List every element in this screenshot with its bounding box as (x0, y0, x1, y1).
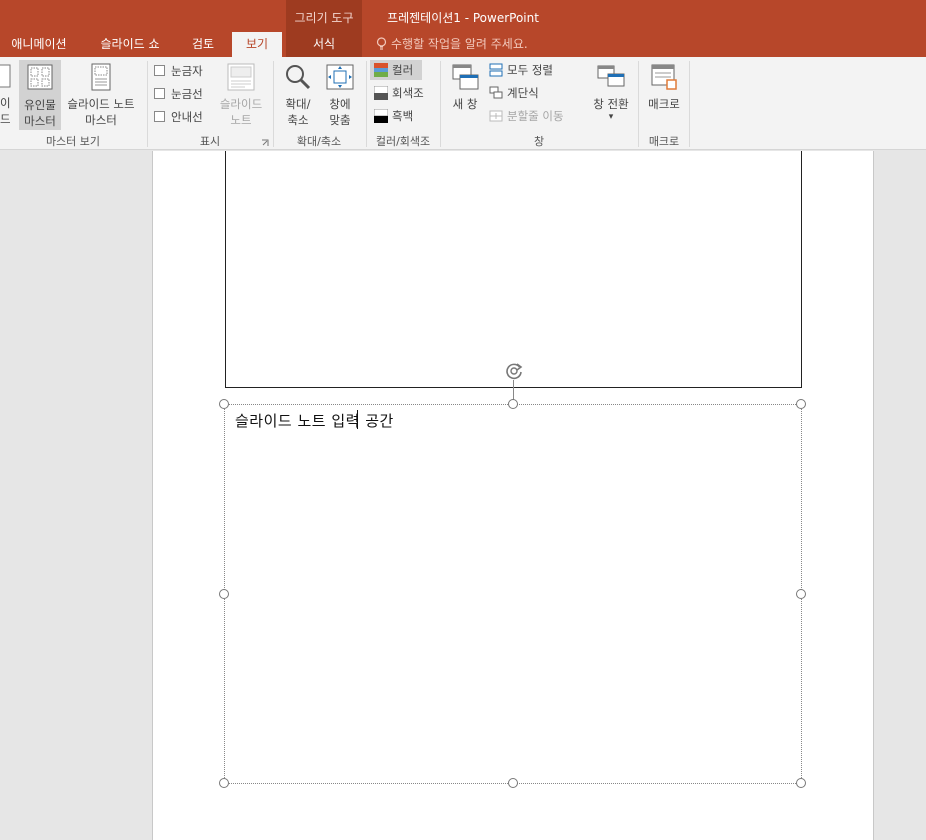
switch-windows-button[interactable]: 창 전환 ▾ (586, 62, 636, 130)
macros-icon (651, 64, 677, 90)
grayscale-button[interactable]: 회색조 (373, 83, 424, 103)
magnifier-icon (286, 65, 311, 90)
move-split-label: 분할줄 이동 (507, 109, 564, 123)
black-white-icon (373, 108, 389, 123)
ruler-label: 눈금자 (171, 64, 203, 78)
slide-master-label-2: 터 (0, 127, 17, 129)
arrange-all-label: 모두 정렬 (507, 63, 553, 77)
lightbulb-icon (376, 37, 387, 50)
switch-windows-label: 창 전환 (593, 97, 629, 111)
slide-master-icon (0, 64, 11, 88)
notes-text[interactable]: 슬라이드 노트 입력 공간 (235, 410, 394, 431)
tab-view[interactable]: 보기 (232, 32, 282, 57)
notes-text-box[interactable] (224, 404, 802, 784)
checkbox-box (154, 88, 165, 99)
black-white-label: 흑백 (392, 109, 414, 123)
guides-checkbox[interactable]: 안내선 (154, 109, 203, 127)
fit-to-window-button[interactable]: 창에 맞춤 (320, 62, 360, 130)
resize-handle-left[interactable] (219, 589, 229, 599)
notes-label-2: 노트 (230, 113, 252, 127)
gridlines-checkbox[interactable]: 눈금선 (154, 86, 203, 104)
cascade-icon (489, 86, 503, 99)
fit-label-1: 창에 (329, 97, 351, 111)
dialog-launcher-icon[interactable] (261, 139, 269, 147)
zoom-button[interactable]: 확대/ 축소 (278, 62, 318, 130)
tab-slide-show[interactable]: 슬라이드 쇼 (88, 32, 172, 57)
notes-master-icon (91, 63, 111, 91)
notes-icon (227, 63, 255, 91)
group-label-master-views: 마스터 보기 (45, 135, 101, 148)
cascade-label: 계단식 (507, 86, 539, 100)
arrange-all-button[interactable]: 모두 정렬 (489, 60, 553, 80)
switch-windows-icon (597, 65, 625, 87)
title-bar: 그리기 도구 프레젠테이션1 - PowerPoint (0, 0, 926, 32)
resize-handle-top[interactable] (508, 399, 518, 409)
resize-handle-bottom[interactable] (508, 778, 518, 788)
tab-format[interactable]: 서식 (286, 32, 362, 57)
group-label-zoom: 확대/축소 (296, 135, 342, 148)
handout-master-label-1: 유인물 (24, 98, 56, 112)
guides-label: 안내선 (171, 110, 203, 124)
move-split-icon (489, 110, 503, 122)
group-label-window: 창 (533, 135, 545, 148)
resize-handle-bottom-left[interactable] (219, 778, 229, 788)
slide-master-button[interactable]: 이드 터 (0, 61, 17, 129)
arrange-all-icon (489, 63, 503, 77)
notes-master-label-2: 마스터 (85, 113, 117, 127)
handout-master-button[interactable]: 유인물 마스터 (19, 60, 61, 130)
fit-label-2: 맞춤 (329, 113, 351, 127)
notes-button[interactable]: 슬라이드 노트 (214, 62, 268, 130)
notes-master-button[interactable]: 슬라이드 노트 마스터 (62, 62, 140, 130)
color-icon (374, 63, 388, 77)
resize-handle-bottom-right[interactable] (796, 778, 806, 788)
zoom-label-1: 확대/ (285, 97, 311, 111)
dropdown-arrow-icon: ▾ (608, 112, 614, 122)
notes-label-1: 슬라이드 (219, 97, 263, 111)
cascade-button[interactable]: 계단식 (489, 83, 539, 103)
new-window-icon (452, 64, 479, 90)
group-separator (689, 61, 690, 147)
resize-handle-top-left[interactable] (219, 399, 229, 409)
zoom-label-2: 축소 (287, 113, 309, 127)
tell-me-search[interactable]: 수행할 작업을 알려 주세요. (376, 32, 528, 57)
handout-master-icon (27, 64, 53, 90)
color-button[interactable]: 컬러 (370, 60, 422, 80)
move-split-button[interactable]: 분할줄 이동 (489, 106, 564, 126)
fit-to-window-icon (326, 64, 354, 90)
ribbon: 이드 터 유인물 마스터 슬라이드 노트 마스터 마스터 보기 눈금자 눈금선 … (0, 57, 926, 150)
group-label-macros: 매크로 (648, 135, 680, 148)
black-white-button[interactable]: 흑백 (373, 106, 414, 126)
tab-review[interactable]: 검토 (182, 32, 224, 57)
new-window-label: 새 창 (452, 97, 478, 111)
new-window-button[interactable]: 새 창 (446, 62, 484, 130)
macros-label: 매크로 (648, 97, 680, 111)
slide-image-placeholder[interactable] (225, 151, 802, 388)
slide-master-label-1: 이드 (0, 96, 11, 126)
gridlines-label: 눈금선 (171, 87, 203, 101)
ribbon-tab-row: 애니메이션 슬라이드 쇼 검토 보기 서식 수행할 작업을 알려 주세요. (0, 32, 926, 57)
group-label-show: 표시 (199, 135, 221, 148)
grayscale-label: 회색조 (392, 86, 424, 100)
text-caret (357, 410, 358, 429)
rotate-handle-icon[interactable] (503, 360, 525, 382)
macros-button[interactable]: 매크로 (642, 62, 686, 130)
resize-handle-top-right[interactable] (796, 399, 806, 409)
group-label-color: 컬러/회색조 (375, 135, 431, 148)
resize-handle-right[interactable] (796, 589, 806, 599)
notes-master-label-1: 슬라이드 노트 (67, 97, 135, 111)
tell-me-text: 수행할 작업을 알려 주세요. (391, 37, 528, 51)
checkbox-box (154, 111, 165, 122)
color-label: 컬러 (392, 63, 414, 77)
handout-master-label-2: 마스터 (24, 114, 56, 128)
ruler-checkbox[interactable]: 눈금자 (154, 63, 203, 81)
checkbox-box (154, 65, 165, 76)
tab-animations[interactable]: 애니메이션 (0, 32, 78, 57)
window-title: 프레젠테이션1 - PowerPoint (387, 11, 539, 25)
grayscale-icon (373, 85, 389, 101)
